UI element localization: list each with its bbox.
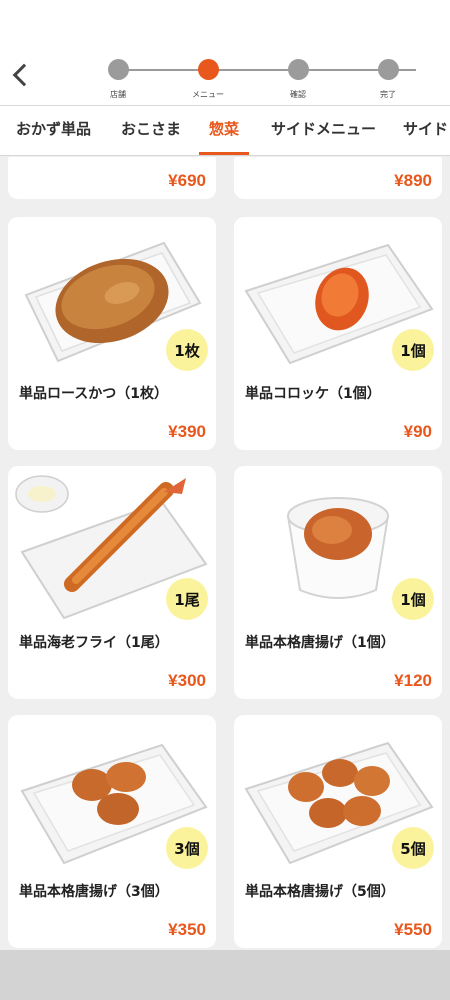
quantity-badge: 1尾 [166, 578, 208, 620]
product-name: 単品ロースかつ（1枚） [19, 386, 169, 402]
header: 店舗 メニュー 確認 完了 [0, 0, 450, 106]
product-card[interactable]: 1枚 単品ロースかつ（1枚） ¥390 [8, 217, 216, 450]
step-menu: メニュー [178, 59, 238, 100]
tab-sozai[interactable]: 惣菜 [198, 106, 250, 155]
step-dot [197, 59, 219, 80]
step-store: 店舗 [88, 59, 148, 100]
tab-kids[interactable]: おこさま [121, 106, 181, 155]
product-name: 単品本格唐揚げ（1個） [245, 635, 395, 651]
tab-side[interactable]: サイド [403, 106, 448, 155]
product-name: 単品海老フライ（1尾） [19, 635, 169, 651]
step-dot [287, 59, 309, 80]
product-card[interactable]: 5個 単品本格唐揚げ（5個） ¥550 [234, 715, 442, 948]
product-card-partial-right[interactable]: ¥890 [234, 157, 442, 199]
tab-okazu-single[interactable]: おかず単品 [16, 106, 91, 155]
quantity-badge: 1個 [392, 578, 434, 620]
quantity-badge: 5個 [392, 827, 434, 869]
price: ¥90 [403, 422, 432, 441]
product-grid: ¥690 ¥890 1枚 単品ロースかつ（1枚） ¥390 1個 単品コロッケ（… [0, 157, 450, 950]
product-name: 単品本格唐揚げ（3個） [19, 884, 169, 900]
step-label: 店舗 [110, 90, 126, 99]
quantity-badge: 3個 [166, 827, 208, 869]
price: ¥350 [168, 920, 206, 939]
progress-steps: 店舗 メニュー 確認 完了 [0, 56, 450, 106]
price: ¥120 [394, 671, 432, 690]
bottom-bar [0, 950, 450, 1000]
step-dot [107, 59, 129, 80]
tab-side-menu[interactable]: サイドメニュー [271, 106, 376, 155]
quantity-badge: 1個 [392, 329, 434, 371]
product-card-partial-left[interactable]: ¥690 [8, 157, 216, 199]
step-confirm: 確認 [268, 59, 328, 100]
step-dot [377, 59, 399, 80]
category-tabs: おかず単品 おこさま 惣菜 サイドメニュー サイド [0, 106, 450, 156]
step-label: 確認 [290, 90, 306, 99]
product-card[interactable]: 1尾 単品海老フライ（1尾） ¥300 [8, 466, 216, 699]
price: ¥890 [394, 171, 432, 190]
product-card[interactable]: 1個 単品本格唐揚げ（1個） ¥120 [234, 466, 442, 699]
price: ¥690 [168, 171, 206, 190]
price: ¥390 [168, 422, 206, 441]
quantity-badge: 1枚 [166, 329, 208, 371]
price: ¥300 [168, 671, 206, 690]
step-label: 完了 [380, 90, 396, 99]
step-label: メニュー [192, 90, 224, 99]
product-name: 単品コロッケ（1個） [245, 386, 381, 402]
product-name: 単品本格唐揚げ（5個） [245, 884, 395, 900]
product-card[interactable]: 1個 単品コロッケ（1個） ¥90 [234, 217, 442, 450]
step-complete: 完了 [358, 59, 418, 100]
price: ¥550 [394, 920, 432, 939]
product-card[interactable]: 3個 単品本格唐揚げ（3個） ¥350 [8, 715, 216, 948]
